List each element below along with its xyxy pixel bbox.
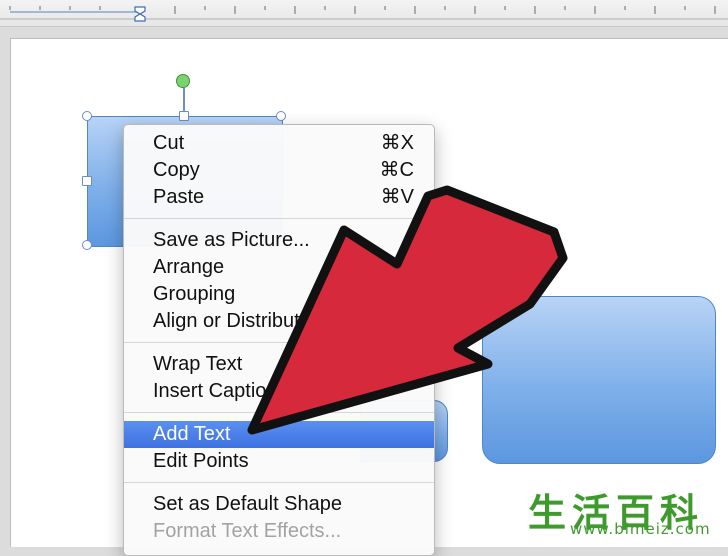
watermark-url: www.bimeiz.com [570,520,711,538]
pointer-arrow-icon [247,185,568,435]
